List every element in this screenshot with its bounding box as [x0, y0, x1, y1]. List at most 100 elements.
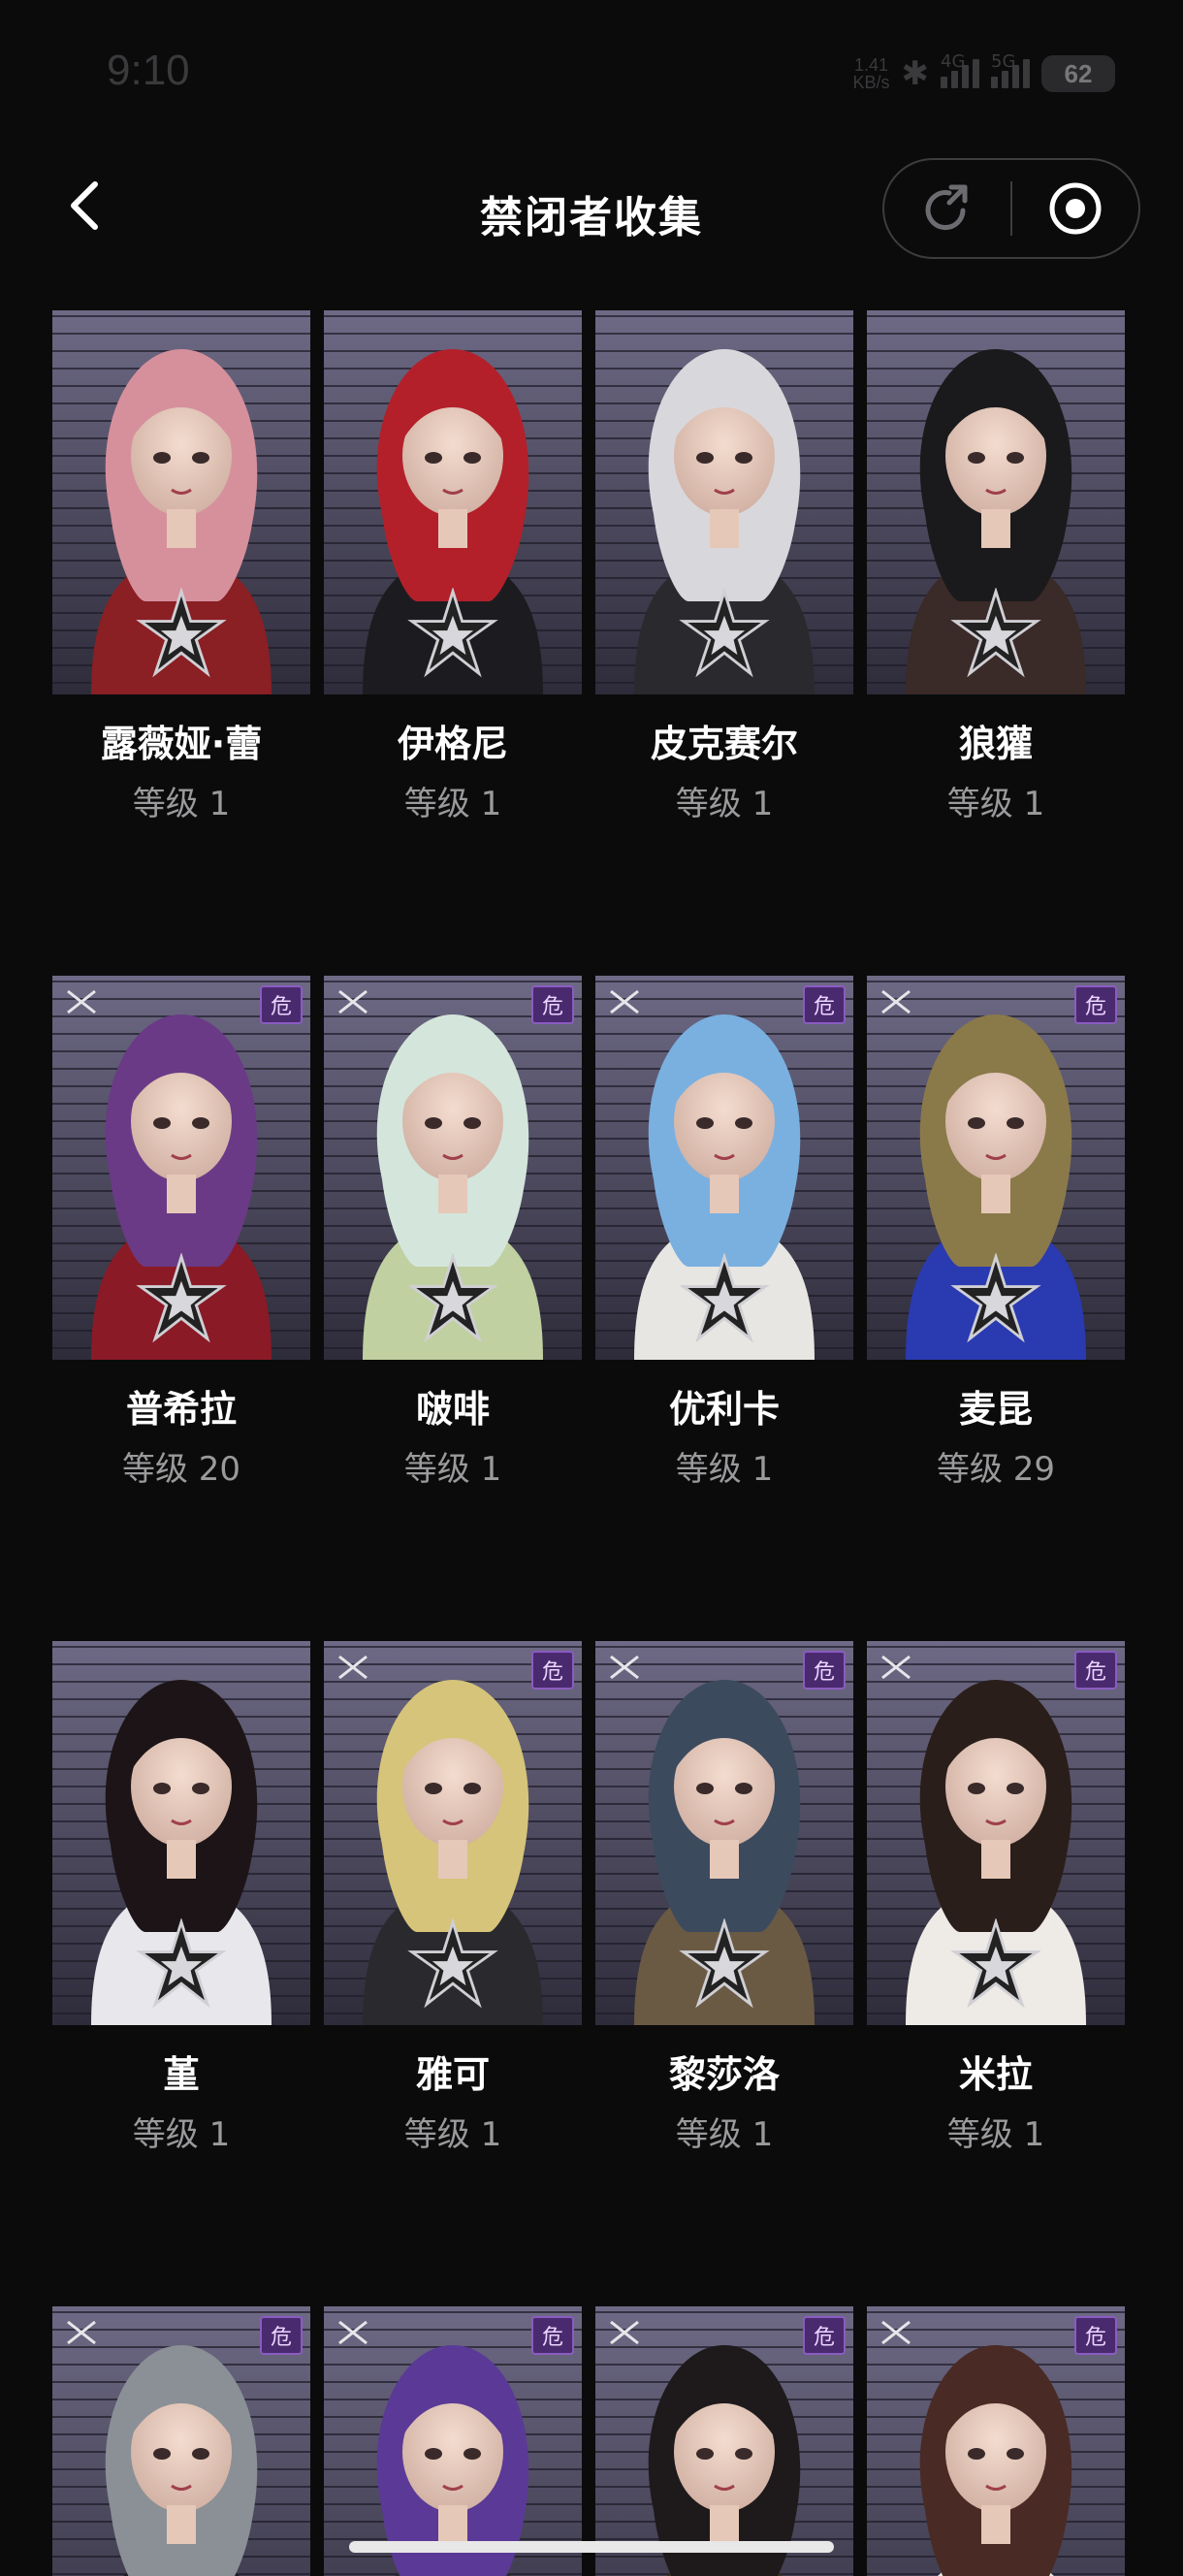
character-card[interactable]: 危雅可 等级 1	[324, 1641, 582, 2155]
character-level: 等级 1	[946, 2115, 1045, 2154]
star-badge-icon	[679, 1918, 770, 2009]
character-card[interactable]: 皮克赛尔等级 1	[595, 310, 853, 824]
danger-tag: 危	[1074, 2316, 1117, 2355]
star-badge-icon	[136, 1918, 227, 2009]
character-name: 麦昆	[958, 1388, 1033, 1431]
character-level: 等级 1	[132, 2115, 231, 2154]
character-portrait[interactable]: 危	[52, 2306, 310, 2576]
close-program-button[interactable]	[1012, 160, 1138, 257]
character-card[interactable]: 危	[52, 2306, 310, 2576]
network-speed-unit: KB/s	[852, 73, 890, 92]
character-level: 等级 20	[121, 1450, 241, 1489]
star-badge-icon	[407, 588, 498, 678]
character-level: 等级 29	[936, 1450, 1056, 1489]
star-badge-icon	[950, 588, 1041, 678]
character-card[interactable]: 危	[867, 2306, 1125, 2576]
character-card[interactable]: 露薇娅·蕾等级 1	[52, 310, 310, 824]
character-card[interactable]: 危麦昆等级 29	[867, 976, 1125, 1490]
character-portrait[interactable]: 危	[324, 976, 582, 1360]
crossed-swords-icon	[605, 987, 644, 1016]
crossed-swords-icon	[877, 987, 915, 1016]
character-name: 黎莎洛	[668, 2053, 780, 2096]
danger-tag: 危	[803, 1651, 846, 1690]
share-button[interactable]	[884, 160, 1010, 257]
character-level: 等级 1	[403, 1450, 502, 1489]
character-name: 皮克赛尔	[650, 723, 798, 765]
character-name: 普希拉	[125, 1388, 237, 1431]
crossed-swords-icon	[62, 987, 101, 1016]
character-portrait[interactable]	[324, 310, 582, 694]
character-portrait[interactable]: 危	[595, 2306, 853, 2576]
character-card[interactable]: 危	[324, 2306, 582, 2576]
character-card[interactable]: 堇等级 1	[52, 1641, 310, 2155]
character-name: 啵啡	[415, 1388, 490, 1431]
character-portrait[interactable]: 危	[52, 976, 310, 1360]
danger-tag: 危	[1074, 1651, 1117, 1690]
character-portrait[interactable]	[595, 310, 853, 694]
character-name: 堇	[162, 2053, 200, 2096]
status-time: 9:10	[107, 47, 190, 94]
character-name: 优利卡	[668, 1388, 780, 1431]
character-portrait[interactable]	[52, 1641, 310, 2025]
character-portrait[interactable]: 危	[324, 2306, 582, 2576]
danger-tag: 危	[531, 985, 574, 1024]
home-indicator	[349, 2541, 834, 2553]
crossed-swords-icon	[605, 2318, 644, 2347]
character-card[interactable]: 狼獾 等级 1	[867, 310, 1125, 824]
danger-tag: 危	[260, 985, 303, 1024]
danger-tag: 危	[260, 2316, 303, 2355]
character-portrait[interactable]: 危	[595, 976, 853, 1360]
character-name: 伊格尼	[397, 723, 508, 765]
character-portrait[interactable]: 危	[867, 2306, 1125, 2576]
star-badge-icon	[679, 588, 770, 678]
crossed-swords-icon	[62, 2318, 101, 2347]
character-name: 雅可	[415, 2053, 490, 2096]
character-portrait[interactable]	[867, 310, 1125, 694]
character-card[interactable]: 危优利卡等级 1	[595, 976, 853, 1490]
character-level: 等级 1	[675, 1450, 774, 1489]
character-name: 米拉	[958, 2053, 1033, 2096]
character-name: 露薇娅·蕾	[100, 723, 263, 765]
star-badge-icon	[407, 1253, 498, 1343]
battery-icon: 62	[1041, 55, 1115, 92]
danger-tag: 危	[1074, 985, 1117, 1024]
crossed-swords-icon	[877, 1653, 915, 1682]
character-level: 等级 1	[132, 785, 231, 823]
character-card[interactable]: 危啵啡等级 1	[324, 976, 582, 1490]
star-badge-icon	[407, 1918, 498, 2009]
character-portrait[interactable]: 危	[867, 1641, 1125, 2025]
network-speed: 1.41 KB/s	[852, 56, 889, 91]
character-level: 等级 1	[403, 785, 502, 823]
character-card[interactable]: 危	[595, 2306, 853, 2576]
signal-5g-label: 5G	[991, 51, 1016, 72]
crossed-swords-icon	[334, 987, 372, 1016]
star-badge-icon	[950, 1918, 1041, 2009]
character-card[interactable]: 伊格尼等级 1	[324, 310, 582, 824]
crossed-swords-icon	[334, 1653, 372, 1682]
character-card[interactable]: 危普希拉等级 20	[52, 976, 310, 1490]
character-card[interactable]: 危黎莎洛等级 1	[595, 1641, 853, 2155]
star-badge-icon	[950, 1253, 1041, 1343]
star-badge-icon	[136, 588, 227, 678]
character-level: 等级 1	[946, 785, 1045, 823]
network-speed-value: 1.41	[853, 55, 889, 75]
character-level: 等级 1	[675, 2115, 774, 2154]
crossed-swords-icon	[605, 1653, 644, 1682]
signal-4g-label: 4G	[941, 51, 966, 72]
character-portrait[interactable]: 危	[595, 1641, 853, 2025]
character-portrait[interactable]: 危	[324, 1641, 582, 2025]
status-bar: 9:10 1.41 KB/s ✱ 4G 5G 62	[0, 0, 1183, 145]
character-level: 等级 1	[675, 785, 774, 823]
character-portrait[interactable]: 危	[867, 976, 1125, 1360]
bluetooth-icon: ✱	[901, 54, 930, 93]
signal-4g-icon: 4G	[941, 51, 979, 88]
crossed-swords-icon	[334, 2318, 372, 2347]
character-card[interactable]: 危米拉等级 1	[867, 1641, 1125, 2155]
header: 禁闭者收集	[0, 155, 1183, 262]
star-badge-icon	[679, 1253, 770, 1343]
record-icon	[1049, 182, 1102, 235]
danger-tag: 危	[531, 1651, 574, 1690]
danger-tag: 危	[531, 2316, 574, 2355]
share-icon	[925, 184, 968, 231]
character-portrait[interactable]	[52, 310, 310, 694]
